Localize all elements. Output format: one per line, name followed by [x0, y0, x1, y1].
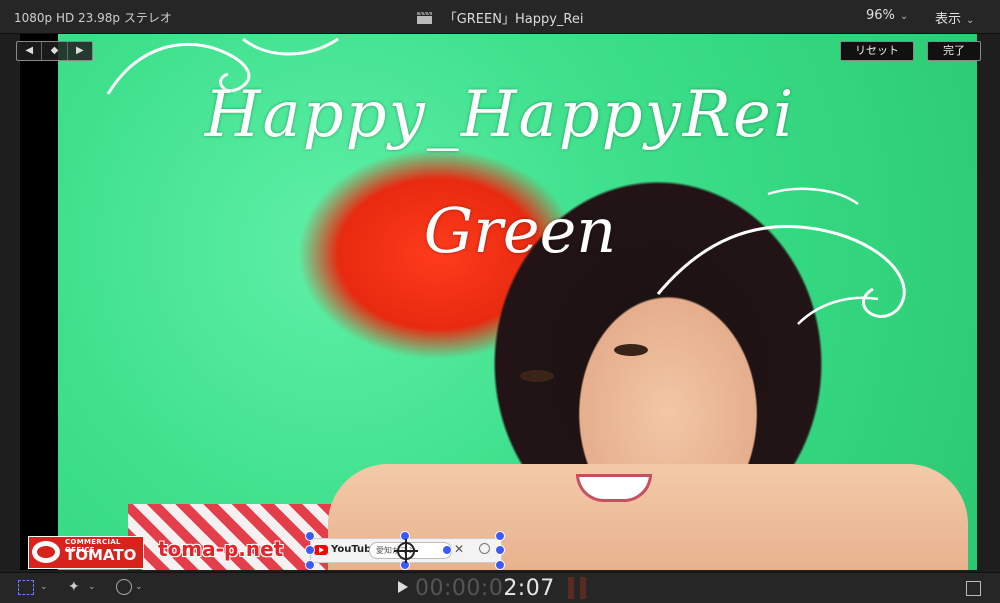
search-icon: [479, 543, 490, 554]
project-title-text: 「GREEN」Happy_Rei: [443, 12, 584, 27]
chevron-down-icon[interactable]: ⌄: [135, 582, 143, 592]
speedometer-icon[interactable]: [116, 579, 132, 595]
transform-handle-bottom-right[interactable]: [495, 560, 505, 570]
audio-meter-right: [580, 577, 586, 599]
chevron-down-icon[interactable]: ⌄: [40, 582, 48, 592]
title-line-1: Happy_HappyRei: [204, 78, 796, 152]
title-line-2: Green: [423, 194, 617, 267]
fullscreen-icon[interactable]: [966, 581, 981, 596]
transform-handle-top-left[interactable]: [305, 531, 315, 541]
transform-handle-left[interactable]: [305, 545, 315, 555]
close-icon: ✕: [454, 542, 465, 556]
zoom-menu[interactable]: 96% ⌄: [866, 8, 908, 23]
timecode[interactable]: 00:00:02:07: [415, 576, 555, 601]
zoom-level: 96%: [866, 8, 895, 23]
flourish-top: [242, 37, 339, 56]
chevron-down-icon[interactable]: ⌄: [88, 582, 96, 592]
transform-tool-icon[interactable]: [18, 580, 34, 595]
view-menu[interactable]: 表示 ⌄: [935, 8, 974, 27]
transform-handle-top-right[interactable]: [495, 531, 505, 541]
youtube-icon: [314, 545, 328, 555]
chevron-down-icon: ⌄: [966, 15, 975, 26]
left-eye: [520, 370, 554, 382]
view-menu-label: 表示: [935, 12, 962, 27]
tomato-icon: [32, 541, 60, 563]
transform-handle-bottom-left[interactable]: [305, 560, 315, 570]
tomato-logo: COMMERCIAL OFFICE TOMATO: [28, 536, 144, 569]
next-keyframe-button[interactable]: ▶: [68, 42, 92, 60]
right-eye: [614, 344, 648, 356]
add-keyframe-button[interactable]: ◆: [42, 42, 68, 60]
reset-button[interactable]: リセット: [840, 41, 914, 61]
transform-handle-right[interactable]: [495, 545, 505, 555]
chevron-down-icon: ⌄: [899, 11, 909, 22]
viewer-footer: ⌄ ✦ ⌄ ⌄ 00:00:02:07: [0, 572, 1000, 603]
viewer-header: 1080p HD 23.98p ステレオ 「GREEN」Happy_Rei 96…: [0, 0, 1000, 34]
anchor-point-icon[interactable]: [394, 539, 418, 563]
timecode-value: 2:07: [503, 576, 555, 601]
done-button[interactable]: 完了: [927, 41, 981, 61]
logo-name: TOMATO: [65, 546, 137, 564]
site-url: toma-p.net: [158, 537, 284, 561]
clapperboard-icon: [416, 12, 432, 24]
transform-handle-rotation[interactable]: [442, 545, 452, 555]
video-viewer[interactable]: Happy_HappyRei Green: [20, 34, 977, 570]
play-button[interactable]: [398, 581, 408, 593]
flourish-right: [656, 187, 906, 325]
keyframe-navigation: ◀ ◆ ▶: [16, 41, 93, 61]
audio-meter-left: [568, 577, 574, 599]
timecode-leading: 00:00:0: [415, 576, 504, 601]
magic-wand-icon[interactable]: ✦: [68, 579, 80, 595]
project-title: 「GREEN」Happy_Rei: [0, 8, 1000, 27]
previous-keyframe-button[interactable]: ◀: [17, 42, 43, 60]
